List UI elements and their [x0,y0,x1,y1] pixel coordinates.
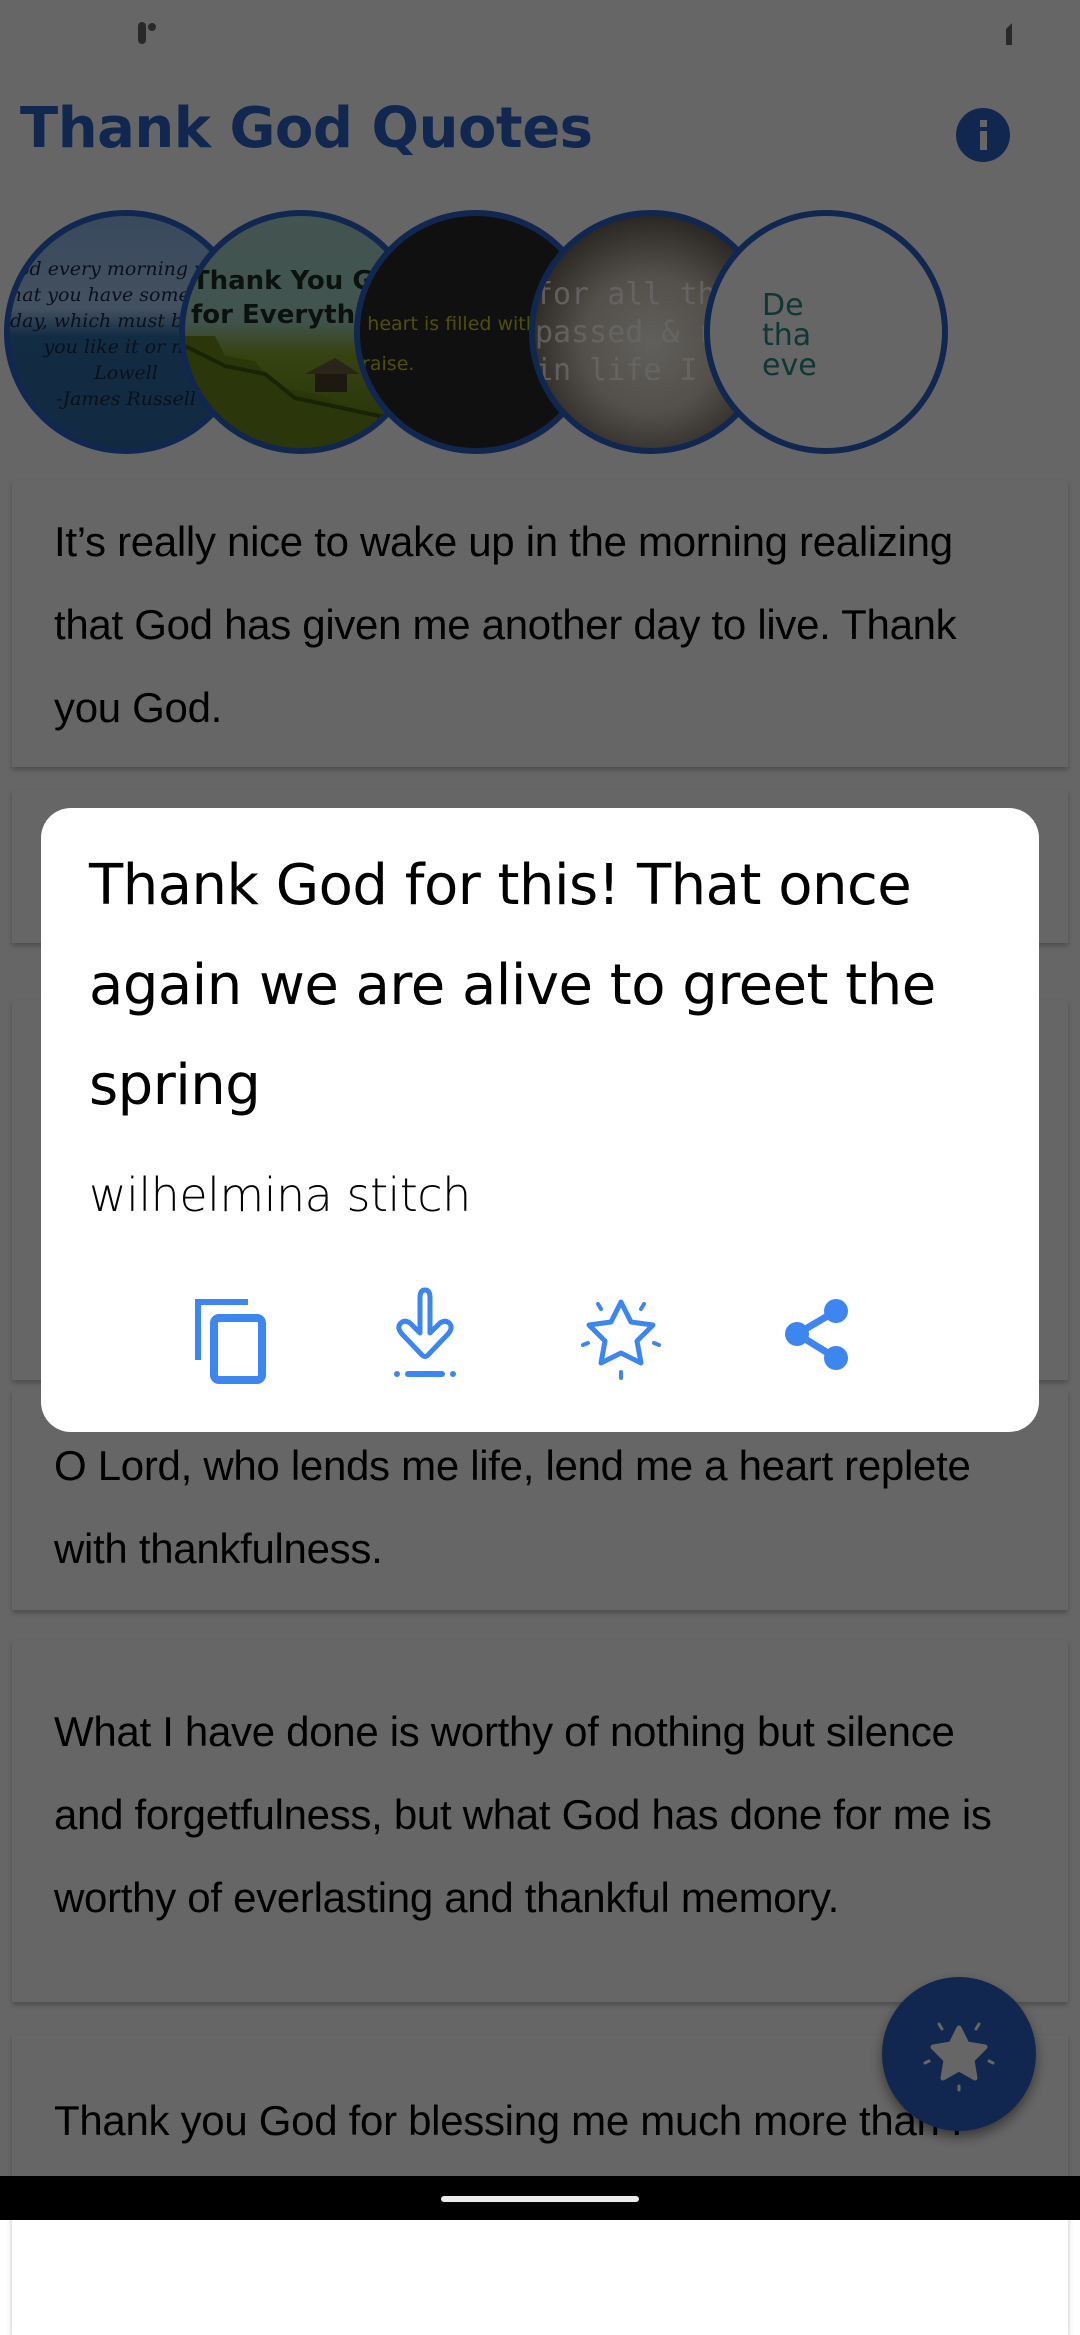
home-gesture-handle[interactable] [441,2196,639,2202]
quote-dialog: Thank God for this! That once again we a… [41,808,1039,1432]
app-root: 6:48 LTE Thank God Quotes od every morni… [0,0,1080,2335]
download-icon [394,1287,456,1377]
favorite-button[interactable] [566,1278,676,1388]
download-button[interactable] [370,1278,480,1388]
dialog-author: wilhelmina stitch [89,1168,471,1222]
share-icon [785,1299,848,1370]
copy-icon [195,1299,266,1384]
share-button[interactable] [761,1278,871,1388]
dialog-actions [41,1278,1039,1388]
copy-button[interactable] [174,1278,284,1388]
navigation-bar [0,2176,1080,2220]
dialog-quote-text: Thank God for this! That once again we a… [89,853,936,1118]
star-icon [581,1299,661,1380]
